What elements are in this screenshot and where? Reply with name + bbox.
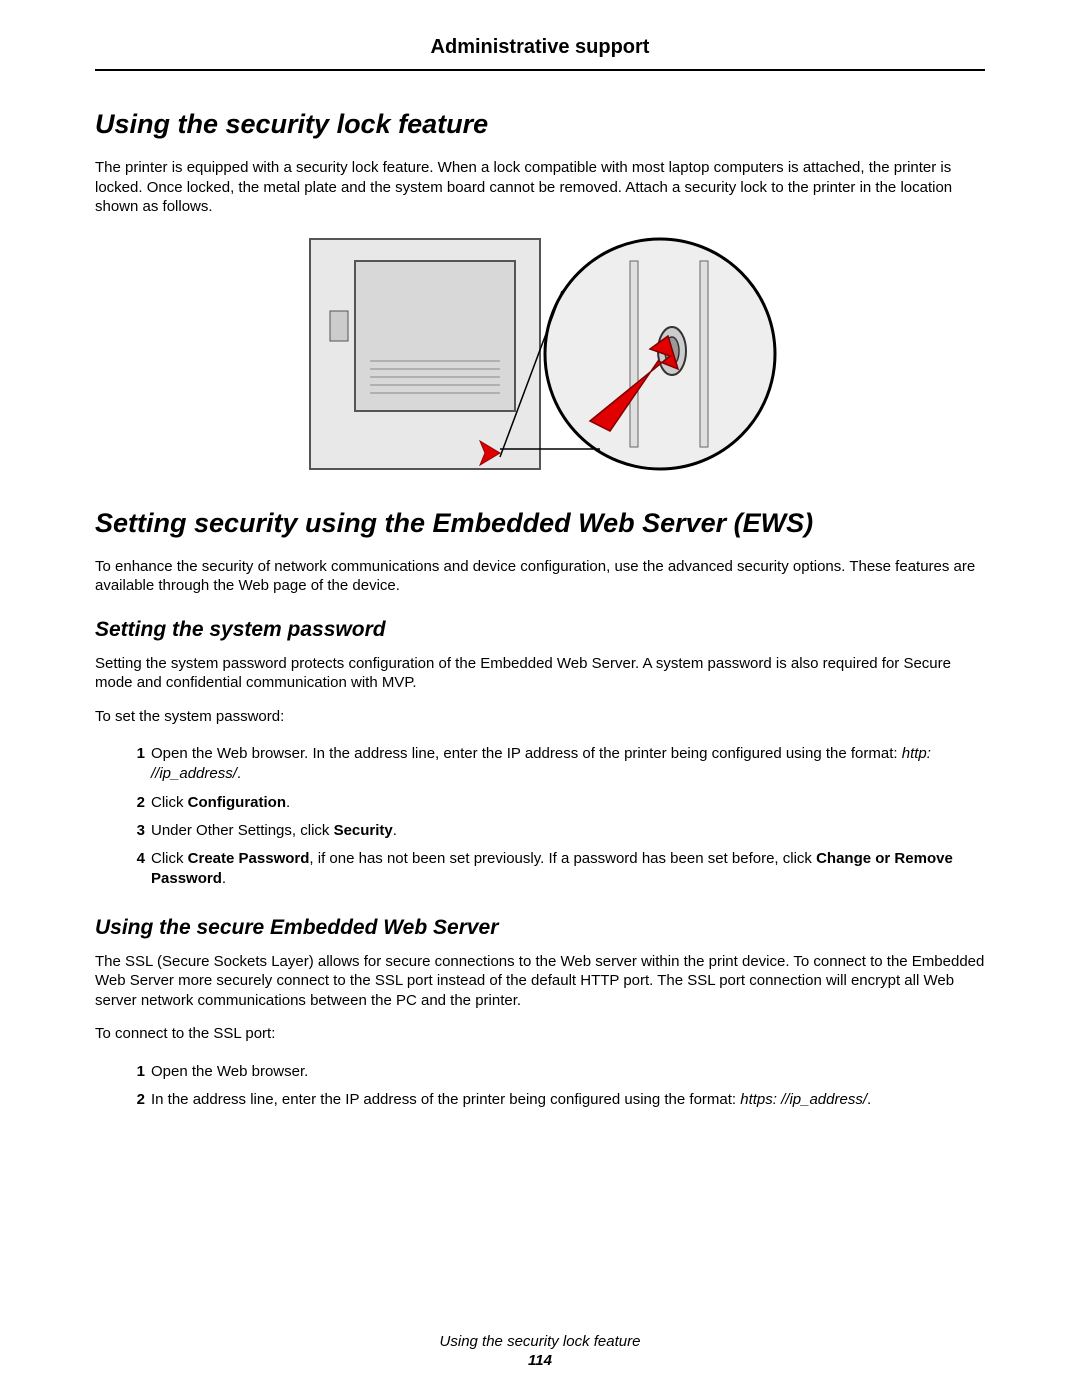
step-text: . (222, 870, 226, 887)
step-text: . (393, 822, 397, 839)
security-lock-figure (95, 231, 985, 482)
step-text: Under Other Settings, click (151, 822, 334, 839)
footer-caption: Using the security lock feature (440, 1333, 641, 1350)
step-text: In the address line, enter the IP addres… (151, 1091, 740, 1108)
step-text: Click (151, 850, 188, 867)
step-text: . (867, 1091, 871, 1108)
sub1-paragraph: Setting the system password protects con… (95, 654, 985, 693)
page-header: Administrative support (95, 36, 985, 71)
password-step-4: Click Create Password, if one has not be… (95, 845, 985, 894)
step-bold: Security (334, 822, 393, 839)
sub2-intro: To connect to the SSL port: (95, 1024, 985, 1044)
sub2-paragraph: The SSL (Secure Sockets Layer) allows fo… (95, 952, 985, 1011)
step-text: Open the Web browser. In the address lin… (151, 745, 902, 762)
section2-paragraph: To enhance the security of network commu… (95, 557, 985, 596)
password-steps: Open the Web browser. In the address lin… (95, 740, 985, 894)
page-number: 114 (0, 1352, 1080, 1369)
subsection-heading-password: Setting the system password (95, 618, 985, 642)
ssl-step-1: Open the Web browser. (95, 1058, 985, 1086)
ssl-steps: Open the Web browser. In the address lin… (95, 1058, 985, 1115)
section-heading-ews: Setting security using the Embedded Web … (95, 508, 985, 539)
printer-lock-diagram (300, 231, 780, 477)
step-text: , if one has not been set previously. If… (309, 850, 816, 867)
step-bold: Create Password (188, 850, 310, 867)
sub1-intro: To set the system password: (95, 707, 985, 727)
subsection-heading-secure-ews: Using the secure Embedded Web Server (95, 916, 985, 940)
password-step-2: Click Configuration. (95, 789, 985, 817)
step-bold: Configuration (188, 794, 286, 811)
step-text: . (286, 794, 290, 811)
password-step-3: Under Other Settings, click Security. (95, 817, 985, 845)
step-text: . (237, 765, 241, 782)
page-footer: Using the security lock feature 114 (0, 1333, 1080, 1369)
section-heading-security-lock: Using the security lock feature (95, 109, 985, 140)
ssl-step-2: In the address line, enter the IP addres… (95, 1086, 985, 1114)
password-step-1: Open the Web browser. In the address lin… (95, 740, 985, 789)
step-text: Open the Web browser. (151, 1063, 308, 1080)
section1-paragraph: The printer is equipped with a security … (95, 158, 985, 217)
step-text: Click (151, 794, 188, 811)
step-url: https: //ip_address/ (740, 1091, 867, 1108)
